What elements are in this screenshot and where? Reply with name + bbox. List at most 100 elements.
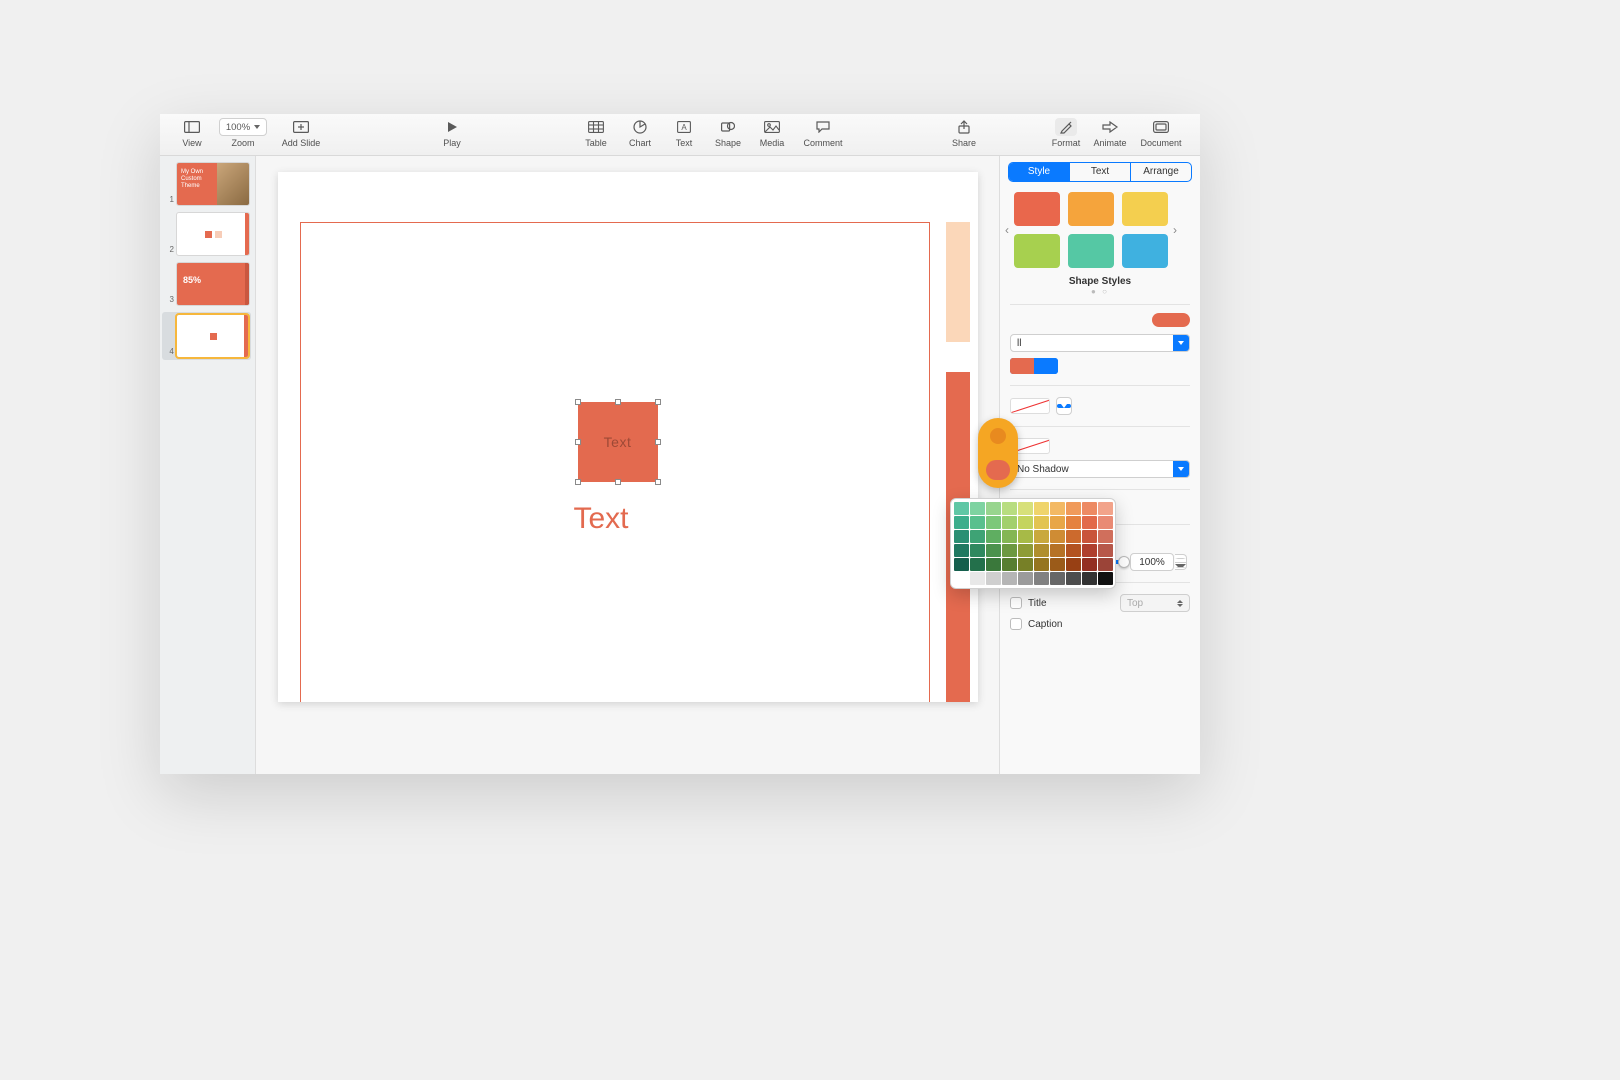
palette-color[interactable] (954, 572, 969, 585)
palette-color[interactable] (954, 544, 969, 557)
palette-color[interactable] (1066, 572, 1081, 585)
title-checkbox[interactable] (1010, 597, 1022, 609)
shape-button[interactable]: Shape (706, 118, 750, 148)
palette-color[interactable] (1066, 558, 1081, 571)
text-button[interactable]: A Text (662, 118, 706, 148)
palette-color[interactable] (1050, 502, 1065, 515)
palette-color[interactable] (1018, 572, 1033, 585)
palette-color[interactable] (1082, 558, 1097, 571)
table-button[interactable]: Table (574, 118, 618, 148)
palette-color[interactable] (1018, 558, 1033, 571)
animate-button[interactable]: Animate (1088, 118, 1132, 148)
palette-color[interactable] (986, 544, 1001, 557)
document-button[interactable]: Document (1132, 118, 1190, 148)
palette-color[interactable] (954, 516, 969, 529)
palette-color[interactable] (1082, 516, 1097, 529)
palette-color[interactable] (1018, 502, 1033, 515)
inspector-tabs[interactable]: Style Text Arrange (1008, 162, 1192, 182)
palette-color[interactable] (1050, 572, 1065, 585)
opacity-stepper[interactable] (1175, 554, 1187, 570)
style-swatch[interactable] (1014, 192, 1060, 226)
palette-color[interactable] (1066, 530, 1081, 543)
palette-color[interactable] (1082, 530, 1097, 543)
palette-color[interactable] (986, 530, 1001, 543)
resize-handle[interactable] (615, 479, 621, 485)
palette-color[interactable] (1034, 516, 1049, 529)
resize-handle[interactable] (655, 399, 661, 405)
palette-color[interactable] (1002, 544, 1017, 557)
fill-type-select[interactable]: ll (1010, 334, 1190, 352)
thumbnail-4[interactable] (176, 314, 249, 358)
resize-handle[interactable] (615, 399, 621, 405)
palette-color[interactable] (1098, 572, 1113, 585)
zoom-pill[interactable]: 100% (219, 118, 267, 136)
palette-color[interactable] (1002, 558, 1017, 571)
title-position-select[interactable]: Top (1120, 594, 1190, 612)
palette-color[interactable] (1002, 516, 1017, 529)
slide[interactable]: Text Text (278, 172, 978, 702)
tab-style[interactable]: Style (1009, 163, 1070, 181)
palette-color[interactable] (1034, 544, 1049, 557)
style-next[interactable]: › (1168, 223, 1182, 237)
select-toggle-icon[interactable] (1173, 335, 1189, 351)
comment-button[interactable]: Comment (794, 118, 852, 148)
palette-color[interactable] (1066, 516, 1081, 529)
palette-color[interactable] (1034, 572, 1049, 585)
palette-color[interactable] (1050, 544, 1065, 557)
palette-color[interactable] (970, 502, 985, 515)
caption-checkbox[interactable] (1010, 618, 1022, 630)
palette-color[interactable] (970, 530, 985, 543)
current-fill-swatch[interactable] (1152, 313, 1190, 327)
chart-button[interactable]: Chart (618, 118, 662, 148)
palette-color[interactable] (1098, 502, 1113, 515)
tab-text[interactable]: Text (1070, 163, 1131, 181)
palette-color[interactable] (1082, 544, 1097, 557)
palette-color[interactable] (970, 572, 985, 585)
style-swatch[interactable] (1122, 192, 1168, 226)
thumbnail-3[interactable]: 85% (176, 262, 250, 306)
palette-color[interactable] (986, 502, 1001, 515)
view-button[interactable]: View (170, 118, 214, 148)
text-caption[interactable]: Text (574, 502, 629, 536)
palette-color[interactable] (1034, 558, 1049, 571)
palette-color[interactable] (1098, 530, 1113, 543)
canvas[interactable]: Text Text (256, 156, 1000, 774)
thumbnail-1[interactable]: My Own Custom Theme (176, 162, 250, 206)
style-swatch[interactable] (1122, 234, 1168, 268)
color-palette-popover[interactable] (950, 498, 1116, 589)
thumbnail-2[interactable] (176, 212, 250, 256)
palette-color[interactable] (970, 558, 985, 571)
opacity-field[interactable]: 100% (1130, 553, 1174, 571)
style-swatch[interactable] (1068, 234, 1114, 268)
palette-color[interactable] (1018, 544, 1033, 557)
resize-handle[interactable] (575, 479, 581, 485)
play-button[interactable]: Play (430, 118, 474, 148)
share-button[interactable]: Share (942, 118, 986, 148)
palette-color[interactable] (1034, 502, 1049, 515)
palette-color[interactable] (1018, 530, 1033, 543)
selected-shape[interactable]: Text (578, 402, 658, 482)
style-swatch[interactable] (1014, 234, 1060, 268)
palette-color[interactable] (1066, 502, 1081, 515)
palette-color[interactable] (954, 558, 969, 571)
palette-color[interactable] (1050, 530, 1065, 543)
palette-color[interactable] (1034, 530, 1049, 543)
select-toggle-icon[interactable] (1173, 461, 1189, 477)
border-style-select[interactable] (1056, 397, 1072, 415)
palette-color[interactable] (1066, 544, 1081, 557)
palette-color[interactable] (954, 530, 969, 543)
resize-handle[interactable] (655, 479, 661, 485)
resize-handle[interactable] (575, 439, 581, 445)
palette-color[interactable] (1002, 502, 1017, 515)
palette-color[interactable] (1082, 572, 1097, 585)
style-swatch[interactable] (1068, 192, 1114, 226)
media-button[interactable]: Media (750, 118, 794, 148)
zoom-control[interactable]: 100% Zoom (214, 118, 272, 148)
palette-color[interactable] (1002, 530, 1017, 543)
palette-color[interactable] (954, 502, 969, 515)
eyedropper-callout[interactable] (978, 418, 1018, 488)
format-button[interactable]: Format (1044, 118, 1088, 148)
shadow-select[interactable]: No Shadow (1010, 460, 1190, 478)
slide-navigator[interactable]: 1 My Own Custom Theme 2 (160, 156, 256, 774)
palette-color[interactable] (1050, 516, 1065, 529)
